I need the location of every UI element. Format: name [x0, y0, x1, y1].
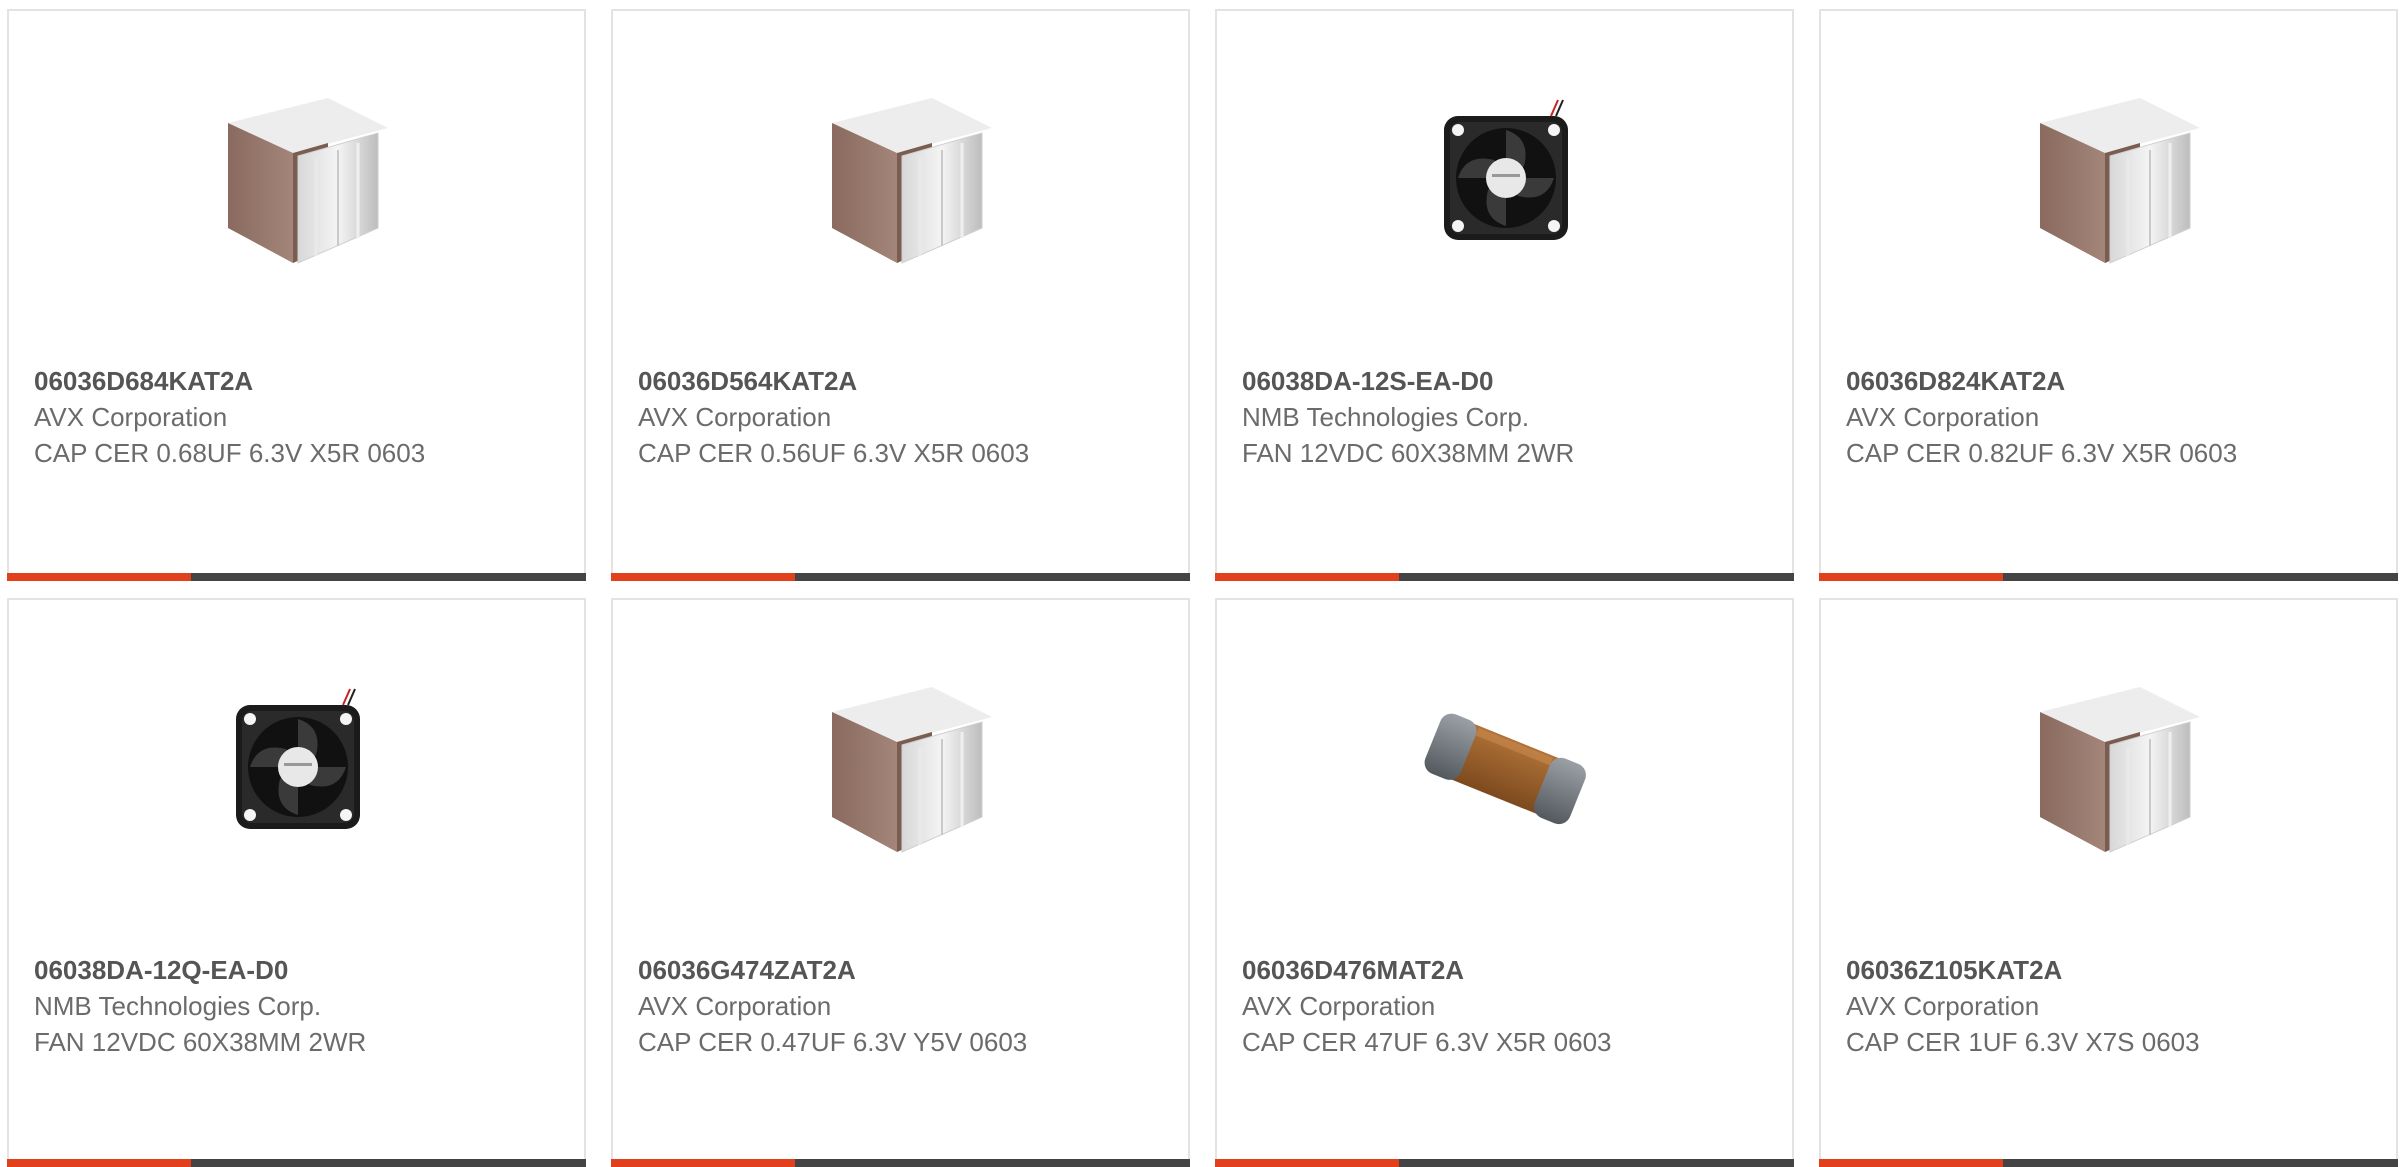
chip-capacitor-icon — [2010, 78, 2210, 278]
card-bottom-bar — [1215, 573, 1794, 581]
product-description: CAP CER 0.47UF 6.3V Y5V 0603 — [638, 1027, 1028, 1057]
product-card[interactable]: 06036G474ZAT2A AVX Corporation CAP CER 0… — [611, 598, 1190, 1167]
manufacturer: NMB Technologies Corp. — [34, 991, 322, 1021]
manufacturer: AVX Corporation — [1846, 402, 2040, 432]
chip-capacitor-icon — [802, 78, 1002, 278]
product-info: 06036D684KAT2A AVX Corporation CAP CER 0… — [34, 363, 454, 471]
part-number[interactable]: 06036D564KAT2A — [638, 363, 1058, 399]
cooling-fan-icon — [198, 667, 398, 867]
manufacturer: AVX Corporation — [1242, 991, 1436, 1021]
part-number[interactable]: 06036D476MAT2A — [1242, 952, 1662, 988]
card-bottom-bar — [1819, 1159, 2398, 1167]
manufacturer: AVX Corporation — [638, 402, 832, 432]
product-info: 06036G474ZAT2A AVX Corporation CAP CER 0… — [638, 952, 1058, 1060]
part-number[interactable]: 06036Z105KAT2A — [1846, 952, 2266, 988]
product-description: CAP CER 1UF 6.3V X7S 0603 — [1846, 1027, 2200, 1057]
product-grid: 06036D684KAT2A AVX Corporation CAP CER 0… — [0, 0, 2400, 1167]
part-number[interactable]: 06036D824KAT2A — [1846, 363, 2266, 399]
card-bottom-bar — [611, 573, 1190, 581]
product-info: 06036Z105KAT2A AVX Corporation CAP CER 1… — [1846, 952, 2266, 1060]
product-info: 06036D824KAT2A AVX Corporation CAP CER 0… — [1846, 363, 2266, 471]
product-description: CAP CER 0.68UF 6.3V X5R 0603 — [34, 438, 426, 468]
product-description: CAP CER 0.56UF 6.3V X5R 0603 — [638, 438, 1030, 468]
card-accent-bar — [7, 573, 191, 581]
product-card[interactable]: 06036D824KAT2A AVX Corporation CAP CER 0… — [1819, 9, 2398, 581]
card-accent-bar — [611, 573, 795, 581]
manufacturer: NMB Technologies Corp. — [1242, 402, 1530, 432]
product-card[interactable]: 06036D684KAT2A AVX Corporation CAP CER 0… — [7, 9, 586, 581]
card-bottom-bar — [1215, 1159, 1794, 1167]
card-bottom-bar — [1819, 573, 2398, 581]
part-number[interactable]: 06038DA-12Q-EA-D0 — [34, 952, 454, 988]
chip-capacitor-icon — [198, 78, 398, 278]
card-accent-bar — [1215, 573, 1399, 581]
product-description: FAN 12VDC 60X38MM 2WR — [1242, 438, 1575, 468]
product-description: CAP CER 47UF 6.3V X5R 0603 — [1242, 1027, 1612, 1057]
card-accent-bar — [1819, 1159, 2003, 1167]
manufacturer: AVX Corporation — [34, 402, 228, 432]
cooling-fan-icon — [1406, 78, 1606, 278]
card-accent-bar — [1215, 1159, 1399, 1167]
chip-capacitor-icon — [2010, 667, 2210, 867]
product-description: CAP CER 0.82UF 6.3V X5R 0603 — [1846, 438, 2238, 468]
product-info: 06036D564KAT2A AVX Corporation CAP CER 0… — [638, 363, 1058, 471]
manufacturer: AVX Corporation — [1846, 991, 2040, 1021]
product-info: 06038DA-12Q-EA-D0 NMB Technologies Corp.… — [34, 952, 454, 1060]
product-card[interactable]: 06036Z105KAT2A AVX Corporation CAP CER 1… — [1819, 598, 2398, 1167]
product-card[interactable]: 06038DA-12Q-EA-D0 NMB Technologies Corp.… — [7, 598, 586, 1167]
product-card[interactable]: 06036D564KAT2A AVX Corporation CAP CER 0… — [611, 9, 1190, 581]
card-bottom-bar — [7, 573, 586, 581]
part-number[interactable]: 06036D684KAT2A — [34, 363, 454, 399]
card-accent-bar — [611, 1159, 795, 1167]
card-accent-bar — [7, 1159, 191, 1167]
smd-capacitor-icon — [1406, 667, 1606, 867]
card-bottom-bar — [7, 1159, 586, 1167]
product-description: FAN 12VDC 60X38MM 2WR — [34, 1027, 367, 1057]
card-bottom-bar — [611, 1159, 1190, 1167]
chip-capacitor-icon — [802, 667, 1002, 867]
card-accent-bar — [1819, 573, 2003, 581]
product-info: 06038DA-12S-EA-D0 NMB Technologies Corp.… — [1242, 363, 1662, 471]
product-info: 06036D476MAT2A AVX Corporation CAP CER 4… — [1242, 952, 1662, 1060]
product-card[interactable]: 06036D476MAT2A AVX Corporation CAP CER 4… — [1215, 598, 1794, 1167]
part-number[interactable]: 06038DA-12S-EA-D0 — [1242, 363, 1662, 399]
manufacturer: AVX Corporation — [638, 991, 832, 1021]
product-card[interactable]: 06038DA-12S-EA-D0 NMB Technologies Corp.… — [1215, 9, 1794, 581]
part-number[interactable]: 06036G474ZAT2A — [638, 952, 1058, 988]
